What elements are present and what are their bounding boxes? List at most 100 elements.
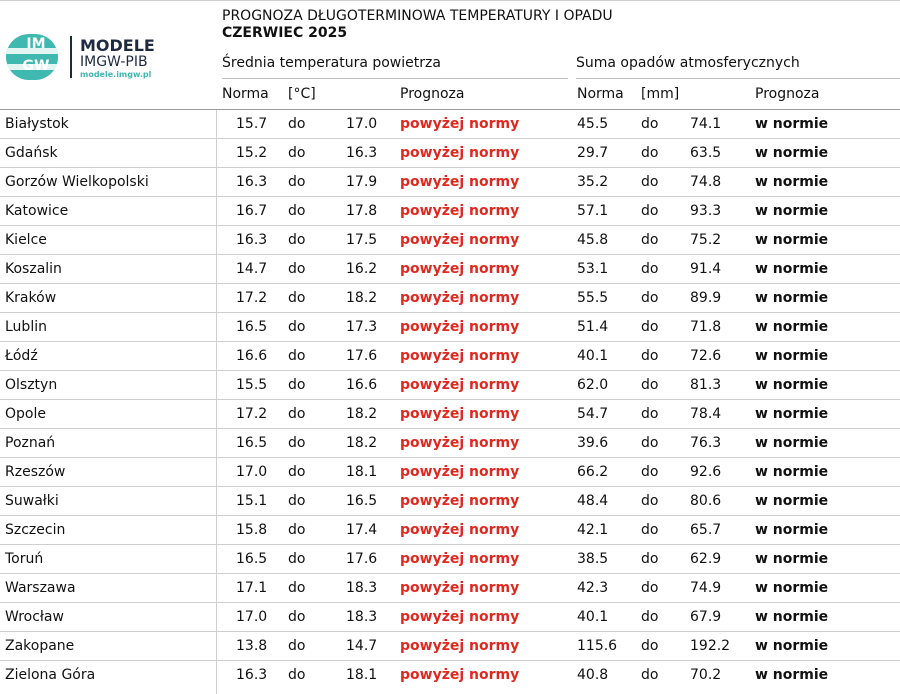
rain-norm-max: 81.3 bbox=[690, 377, 722, 393]
rain-norm-sep: do bbox=[641, 232, 659, 248]
table-row: Suwałki 15.1 do 16.5 powyżej normy 48.4 do 80.6… bbox=[0, 487, 900, 516]
rain-forecast: w normie bbox=[755, 464, 829, 480]
rain-norm-max: 92.6 bbox=[690, 464, 722, 480]
rain-norm-sep: do bbox=[641, 464, 659, 480]
rain-forecast: w normie bbox=[755, 406, 829, 422]
rain-norm-min: 55.5 bbox=[577, 290, 609, 306]
rain-forecast: w normie bbox=[755, 522, 829, 538]
temp-forecast: powyżej normy bbox=[400, 203, 520, 219]
rain-norm-sep: do bbox=[641, 406, 659, 422]
section-precipitation: Suma opadów atmosferycznych bbox=[576, 55, 800, 71]
rain-forecast: w normie bbox=[755, 261, 829, 277]
table-row: Gdańsk 15.2 do 16.3 powyżej normy 29.7 do 63.5 w… bbox=[0, 139, 900, 168]
temp-norm-min: 15.1 bbox=[236, 493, 268, 509]
temp-norm-sep: do bbox=[288, 435, 306, 451]
temp-forecast: powyżej normy bbox=[400, 377, 520, 393]
rain-norm-max: 192.2 bbox=[690, 638, 731, 654]
temp-forecast: powyżej normy bbox=[400, 580, 520, 596]
temp-norm-min: 16.5 bbox=[236, 551, 268, 567]
city-name: Białystok bbox=[5, 116, 69, 132]
table-row: Łódź 16.6 do 17.6 powyżej normy 40.1 do 72.6 w n… bbox=[0, 342, 900, 371]
city-name: Gorzów Wielkopolski bbox=[5, 174, 149, 190]
table-row: Olsztyn 15.5 do 16.6 powyżej normy 62.0 do 81.3… bbox=[0, 371, 900, 400]
rain-norm-min: 45.8 bbox=[577, 232, 609, 248]
city-name: Katowice bbox=[5, 203, 69, 219]
rain-norm-sep: do bbox=[641, 522, 659, 538]
rain-norm-sep: do bbox=[641, 174, 659, 190]
rain-forecast: w normie bbox=[755, 145, 829, 161]
rain-norm-max: 74.8 bbox=[690, 174, 722, 190]
imgw-logo: IM GW MODELE IMGW-PIB modele.imgw.pl bbox=[4, 30, 155, 86]
col-temp-unit: [°C] bbox=[288, 86, 316, 102]
temp-norm-min: 14.7 bbox=[236, 261, 268, 277]
temp-norm-max: 18.2 bbox=[346, 435, 378, 451]
rain-norm-min: 51.4 bbox=[577, 319, 609, 335]
rain-norm-min: 53.1 bbox=[577, 261, 609, 277]
rain-norm-min: 42.1 bbox=[577, 522, 609, 538]
rain-norm-max: 74.9 bbox=[690, 580, 722, 596]
temp-norm-min: 15.7 bbox=[236, 116, 268, 132]
temp-norm-sep: do bbox=[288, 522, 306, 538]
table-row: Poznań 16.5 do 18.2 powyżej normy 39.6 do 76.3 w… bbox=[0, 429, 900, 458]
rain-norm-sep: do bbox=[641, 551, 659, 567]
rain-norm-max: 65.7 bbox=[690, 522, 722, 538]
rain-forecast: w normie bbox=[755, 435, 829, 451]
city-name: Olsztyn bbox=[5, 377, 58, 393]
section-precipitation-underline bbox=[576, 78, 900, 79]
temp-norm-sep: do bbox=[288, 638, 306, 654]
city-name: Gdańsk bbox=[5, 145, 58, 161]
rain-norm-min: 40.1 bbox=[577, 609, 609, 625]
rain-forecast: w normie bbox=[755, 638, 829, 654]
rain-norm-min: 42.3 bbox=[577, 580, 609, 596]
rain-norm-max: 80.6 bbox=[690, 493, 722, 509]
rain-norm-sep: do bbox=[641, 377, 659, 393]
temp-norm-min: 17.1 bbox=[236, 580, 268, 596]
rain-forecast: w normie bbox=[755, 203, 829, 219]
rain-norm-min: 45.5 bbox=[577, 116, 609, 132]
rain-norm-min: 38.5 bbox=[577, 551, 609, 567]
temp-forecast: powyżej normy bbox=[400, 174, 520, 190]
temp-norm-min: 16.6 bbox=[236, 348, 268, 364]
rain-norm-sep: do bbox=[641, 667, 659, 683]
rain-norm-min: 62.0 bbox=[577, 377, 609, 393]
temp-forecast: powyżej normy bbox=[400, 609, 520, 625]
temp-forecast: powyżej normy bbox=[400, 638, 520, 654]
rain-norm-min: 48.4 bbox=[577, 493, 609, 509]
temp-norm-min: 16.3 bbox=[236, 667, 268, 683]
table-row: Gorzów Wielkopolski 16.3 do 17.9 powyżej nor… bbox=[0, 168, 900, 197]
temp-forecast: powyżej normy bbox=[400, 261, 520, 277]
rain-forecast: w normie bbox=[755, 493, 829, 509]
temp-norm-min: 16.7 bbox=[236, 203, 268, 219]
table-row: Zakopane 13.8 do 14.7 powyżej normy 115.6 do 19… bbox=[0, 632, 900, 661]
logo-brand-name: MODELE bbox=[80, 36, 155, 55]
table-row: Lublin 16.5 do 17.3 powyżej normy 51.4 do 71.8 w… bbox=[0, 313, 900, 342]
temp-norm-max: 18.1 bbox=[346, 667, 378, 683]
temp-norm-max: 17.6 bbox=[346, 348, 378, 364]
logo-mark-bottom: GW bbox=[22, 58, 50, 74]
rain-norm-min: 66.2 bbox=[577, 464, 609, 480]
city-name: Toruń bbox=[5, 551, 44, 567]
rain-forecast: w normie bbox=[755, 290, 829, 306]
temp-norm-sep: do bbox=[288, 116, 306, 132]
temp-norm-sep: do bbox=[288, 203, 306, 219]
table-row: Szczecin 15.8 do 17.4 powyżej normy 42.1 do 65.… bbox=[0, 516, 900, 545]
rain-forecast: w normie bbox=[755, 551, 829, 567]
temp-norm-max: 18.3 bbox=[346, 609, 378, 625]
temp-norm-sep: do bbox=[288, 493, 306, 509]
rain-norm-min: 40.1 bbox=[577, 348, 609, 364]
temp-norm-min: 16.3 bbox=[236, 232, 268, 248]
rain-norm-min: 40.8 bbox=[577, 667, 609, 683]
rain-norm-max: 67.9 bbox=[690, 609, 722, 625]
temp-norm-sep: do bbox=[288, 377, 306, 393]
rain-norm-max: 76.3 bbox=[690, 435, 722, 451]
temp-norm-max: 18.1 bbox=[346, 464, 378, 480]
rain-norm-sep: do bbox=[641, 638, 659, 654]
temp-norm-max: 17.5 bbox=[346, 232, 378, 248]
city-name: Koszalin bbox=[5, 261, 62, 277]
temp-norm-sep: do bbox=[288, 580, 306, 596]
temp-norm-max: 17.4 bbox=[346, 522, 378, 538]
city-name: Kielce bbox=[5, 232, 47, 248]
rain-norm-sep: do bbox=[641, 319, 659, 335]
temp-norm-max: 18.2 bbox=[346, 406, 378, 422]
top-divider bbox=[0, 0, 900, 1]
